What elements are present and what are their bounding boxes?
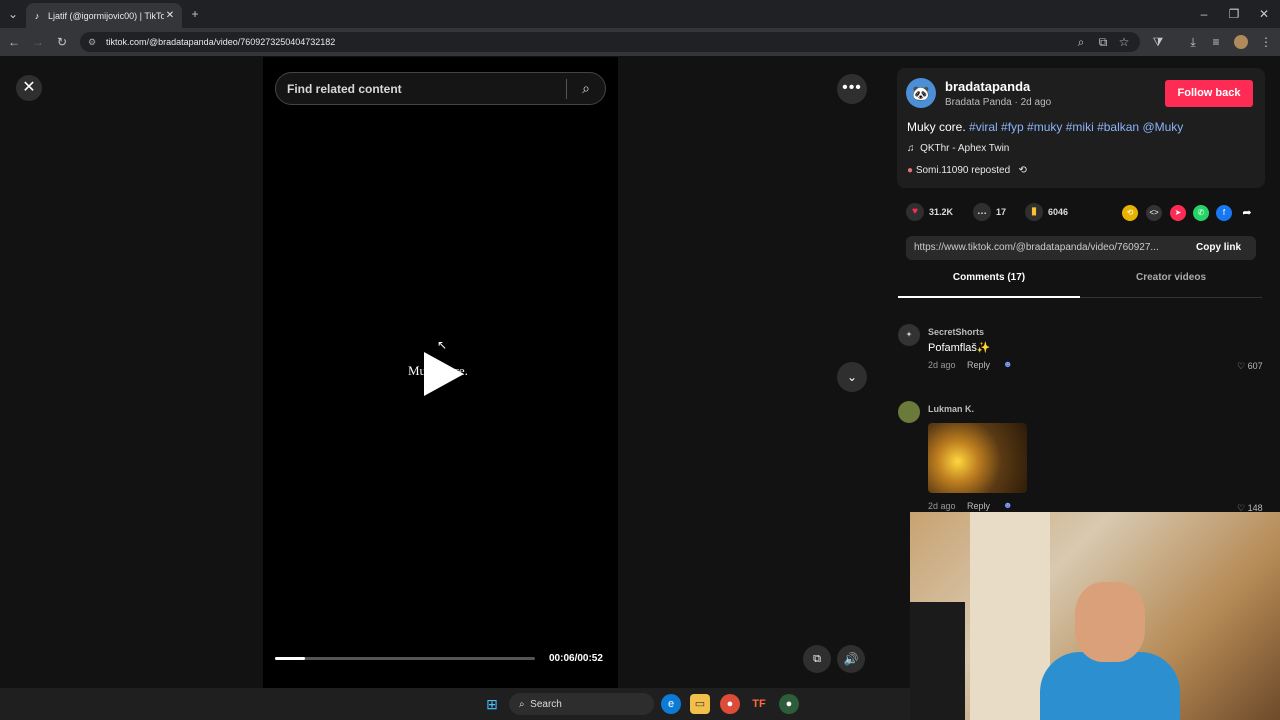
reading-list-icon[interactable]: ≡ <box>1208 35 1224 49</box>
taskbar-search-icon: ⌕ <box>519 698 525 710</box>
forward-icon[interactable]: → <box>30 35 46 49</box>
browser-tab[interactable]: ♪ Ljatif (@igormijovic00) | TikTok ✕ <box>26 3 182 28</box>
repost-share-icon[interactable]: ⟲ <box>1122 205 1138 221</box>
webcam-person-shirt <box>1040 652 1180 720</box>
bookmark-icon[interactable]: ▮ <box>1025 203 1043 221</box>
downloads-icon[interactable]: ⤓ <box>1185 35 1201 49</box>
restore-icon[interactable]: ❐ <box>1226 7 1242 21</box>
comment-author[interactable]: Lukman K. <box>928 404 974 414</box>
webcam-door <box>970 512 1050 720</box>
comment-author[interactable]: SecretShorts <box>928 327 984 337</box>
follow-back-button[interactable]: Follow back <box>1165 80 1253 107</box>
author-username[interactable]: bradatapanda <box>945 79 1030 94</box>
file-explorer-icon[interactable]: ▭ <box>690 694 710 714</box>
new-tab-button[interactable]: + <box>187 7 203 21</box>
video-time: 00:06/00:52 <box>549 653 603 664</box>
comment-time: 2d ago <box>928 501 956 511</box>
tab-search-icon[interactable]: ⌄ <box>5 7 21 21</box>
windows-start-icon[interactable]: ⊞ <box>482 694 502 714</box>
zoom-icon[interactable]: ⌕ <box>1073 35 1089 49</box>
creator-reaction-icon: ☻ <box>1003 359 1013 369</box>
url-text: tiktok.com/@bradatapanda/video/760927325… <box>106 37 336 47</box>
tab-close-icon[interactable]: ✕ <box>164 10 176 21</box>
creator-reaction-icon: ☻ <box>1003 500 1013 510</box>
address-bar[interactable]: ⚙ tiktok.com/@bradatapanda/video/7609273… <box>80 32 1140 52</box>
comment-like-count: 607 <box>1247 361 1263 371</box>
like-stat[interactable]: ♥ 31.2K <box>906 203 953 221</box>
music-link[interactable]: ♫ QKThr - Aphex Twin <box>907 143 1009 154</box>
window-close-icon[interactable]: ✕ <box>1256 7 1272 21</box>
search-icon[interactable]: ⌕ <box>567 80 605 97</box>
save-count: 6046 <box>1048 207 1069 217</box>
comment-gif-image[interactable] <box>928 423 1027 493</box>
reply-button[interactable]: Reply <box>967 501 990 511</box>
close-video-button[interactable]: ✕ <box>16 75 42 101</box>
share-arrow-icon[interactable]: ➦ <box>1239 205 1255 221</box>
heart-icon[interactable]: ♥ <box>906 203 924 221</box>
repost-info: ● Somi.11090 reposted ⟲ <box>907 165 1027 176</box>
webcam-person-head <box>1075 582 1145 662</box>
save-stat[interactable]: ▮ 6046 <box>1025 203 1068 221</box>
comment-icon[interactable]: … <box>973 203 991 221</box>
tf-app-icon[interactable]: TF <box>749 694 769 714</box>
comment-stat[interactable]: … 17 <box>973 203 1006 221</box>
whatsapp-icon[interactable]: ✆ <box>1193 205 1209 221</box>
video-progress-bar[interactable] <box>275 657 535 660</box>
author-byline: Bradata Panda · 2d ago <box>945 97 1052 108</box>
webcam-overlay <box>910 512 1280 720</box>
comment-count: 17 <box>996 207 1007 217</box>
picture-in-picture-button[interactable]: ⧉ <box>803 645 831 673</box>
hashtags[interactable]: #viral #fyp #muky #miki #balkan @Muky <box>969 120 1183 134</box>
tiktok-favicon-icon: ♪ <box>34 10 40 21</box>
taskbar <box>0 688 910 720</box>
install-app-icon[interactable]: ⧉ <box>1095 35 1111 49</box>
next-video-button[interactable]: ⌄ <box>837 362 867 392</box>
browser-menu-icon[interactable]: ⋮ <box>1258 35 1274 49</box>
chrome-icon[interactable]: ● <box>720 694 740 714</box>
bookmark-star-icon[interactable]: ☆ <box>1116 35 1132 49</box>
tab-comments[interactable]: Comments (17) <box>898 272 1080 298</box>
search-placeholder: Find related content <box>287 81 402 96</box>
like-count: 31.2K <box>929 207 954 217</box>
embed-icon[interactable]: <> <box>1146 205 1162 221</box>
play-icon[interactable] <box>424 352 464 396</box>
more-options-button[interactable]: ••• <box>837 74 867 104</box>
description-text: Muky core. <box>907 120 966 134</box>
music-title: QKThr - Aphex Twin <box>920 143 1010 154</box>
send-to-friends-icon[interactable]: ➤ <box>1170 205 1186 221</box>
music-note-icon: ♫ <box>907 143 915 154</box>
reposter-avatar: ● <box>907 165 914 176</box>
facebook-icon[interactable]: f <box>1216 205 1232 221</box>
extensions-icon[interactable]: ⧩ <box>1150 35 1166 49</box>
video-progress-fill <box>275 657 305 660</box>
comment-time: 2d ago <box>928 360 956 370</box>
share-link[interactable]: https://www.tiktok.com/@bradatapanda/vid… <box>914 242 1184 253</box>
site-info-icon[interactable]: ⚙ <box>88 37 102 48</box>
comment-text: Pofamflaš✨ <box>928 342 991 354</box>
repost-icon: ⟲ <box>1018 165 1027 176</box>
comment-avatar[interactable] <box>898 401 920 423</box>
taskbar-search[interactable]: ⌕ Search <box>509 693 654 715</box>
mouse-cursor-icon: ↖ <box>437 338 448 352</box>
webcam-pc-case <box>910 602 965 720</box>
tab-creator-videos[interactable]: Creator videos <box>1080 272 1262 298</box>
taskbar-search-label: Search <box>530 698 562 710</box>
volume-button[interactable]: 🔊 <box>837 645 865 673</box>
post-description: Muky core. #viral #fyp #muky #miki #balk… <box>907 120 1183 134</box>
heart-outline-icon[interactable]: ♡ <box>1237 361 1245 371</box>
author-avatar[interactable]: 🐼 <box>906 78 936 108</box>
reply-button[interactable]: Reply <box>967 360 990 370</box>
find-related-search[interactable]: Find related content ⌕ <box>275 72 606 105</box>
edge-icon[interactable]: e <box>661 694 681 714</box>
chrome-active-icon[interactable]: ● <box>779 694 799 714</box>
repost-text: Somi.11090 reposted <box>915 165 1011 176</box>
comment-avatar[interactable]: ✦ <box>898 324 920 346</box>
comment-like[interactable]: ♡ 607 <box>1237 361 1263 372</box>
reload-icon[interactable]: ↻ <box>54 35 70 49</box>
copy-link-button[interactable]: Copy link <box>1196 242 1241 253</box>
profile-avatar[interactable] <box>1234 35 1248 49</box>
back-icon[interactable]: ← <box>6 35 22 49</box>
tab-title: Ljatif (@igormijovic00) | TikTok <box>48 10 164 21</box>
minimize-icon[interactable]: – <box>1196 7 1212 21</box>
